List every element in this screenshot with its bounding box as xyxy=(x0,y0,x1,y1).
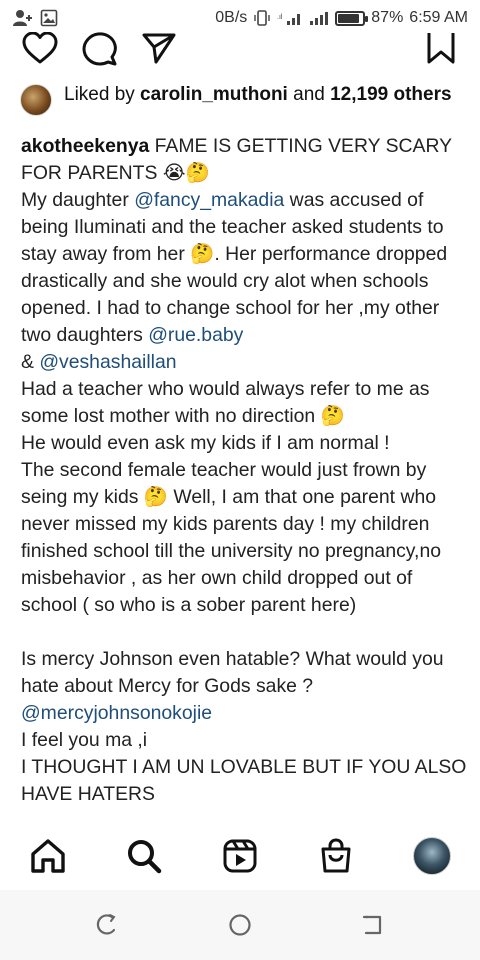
likes-row: Liked by carolin_muthoni and 12,199 othe… xyxy=(20,82,460,116)
caption-paragraph: Had a teacher who would always refer to … xyxy=(21,376,467,430)
heart-icon[interactable] xyxy=(22,32,58,64)
caption-text: I THOUGHT I AM UN LOVABLE BUT IF YOU ALS… xyxy=(21,756,467,805)
search-icon[interactable] xyxy=(126,838,162,874)
bottom-nav xyxy=(0,824,480,890)
status-left xyxy=(12,9,58,27)
caption-blank-line xyxy=(21,619,467,646)
bookmark-icon[interactable] xyxy=(426,32,456,64)
caption-paragraph: He would even ask my kids if I am normal… xyxy=(21,430,467,457)
mention-link[interactable]: @mercyjohnsonokojie xyxy=(21,702,212,724)
signal-icon: .ıl xyxy=(277,14,301,25)
caption-paragraph: akotheekenya FAME IS GETTING VERY SCARY … xyxy=(21,133,467,187)
caption-text: was accused of being Iluminati and the t… xyxy=(21,189,448,346)
likes-middle: and xyxy=(287,84,331,105)
caption-username[interactable]: akotheekenya xyxy=(21,135,149,157)
likes-count[interactable]: 12,199 others xyxy=(330,84,451,105)
caption-paragraph: & @veshashaillan xyxy=(21,349,467,376)
battery-percent: 87% xyxy=(371,9,404,26)
caption-text: My daughter xyxy=(21,189,135,211)
signal-icon xyxy=(310,12,329,25)
caption-text: He would even ask my kids if I am normal… xyxy=(21,432,390,454)
liker-username[interactable]: carolin_muthoni xyxy=(140,84,288,105)
caption-paragraph: My daughter @fancy_makadia was accused o… xyxy=(21,187,467,349)
caption-text: I feel you ma ,i xyxy=(21,729,148,751)
back-icon[interactable] xyxy=(360,912,386,938)
caption-paragraph: I THOUGHT I AM UN LOVABLE BUT IF YOU ALS… xyxy=(21,754,467,808)
post-caption: akotheekenya FAME IS GETTING VERY SCARY … xyxy=(21,133,467,821)
home-circle-icon[interactable] xyxy=(227,912,253,938)
post-action-row xyxy=(0,28,480,70)
profile-avatar[interactable] xyxy=(413,837,451,875)
caption-text: Had a teacher who would always refer to … xyxy=(21,378,430,427)
recents-icon[interactable] xyxy=(94,912,120,938)
likes-prefix: Liked by xyxy=(64,84,141,105)
system-nav-bar xyxy=(0,890,480,960)
svg-text:.ıl: .ıl xyxy=(277,14,283,21)
caption-paragraph: @mercyjohnsonokojie xyxy=(21,700,467,727)
add-person-icon xyxy=(13,10,32,26)
clock: 6:59 AM xyxy=(409,9,468,26)
mention-link[interactable]: @rue.baby xyxy=(148,324,243,346)
caption-paragraph: I feel you ma ,i xyxy=(21,727,467,754)
share-icon[interactable] xyxy=(142,32,176,64)
caption-text: & xyxy=(21,351,40,373)
image-icon xyxy=(40,9,58,27)
battery-icon xyxy=(335,10,369,26)
caption-text: Is mercy Johnson even hatable? What woul… xyxy=(21,648,444,697)
liker-avatar[interactable] xyxy=(20,84,52,116)
caption-text: The second female teacher would just fro… xyxy=(21,459,442,616)
mention-link[interactable]: @fancy_makadia xyxy=(134,189,284,211)
caption-paragraph: Is mercy Johnson even hatable? What woul… xyxy=(21,646,467,700)
nav-shop[interactable] xyxy=(312,832,360,880)
likes-text[interactable]: Liked by carolin_muthoni and 12,199 othe… xyxy=(64,82,452,107)
nav-home[interactable] xyxy=(24,832,72,880)
vibrate-icon xyxy=(254,10,270,26)
nav-profile[interactable] xyxy=(408,832,456,880)
home-icon[interactable] xyxy=(30,838,66,874)
nav-reels[interactable] xyxy=(216,832,264,880)
caption-paragraph: The second female teacher would just fro… xyxy=(21,457,467,619)
mention-link[interactable]: @veshashaillan xyxy=(39,351,176,373)
network-speed: 0B/s xyxy=(215,9,248,26)
status-right: 0B/s .ıl 87% 6:59 AM xyxy=(215,9,468,27)
nav-search[interactable] xyxy=(120,832,168,880)
shop-icon[interactable] xyxy=(318,838,354,874)
reels-icon[interactable] xyxy=(222,838,258,874)
comment-icon[interactable] xyxy=(82,32,118,66)
